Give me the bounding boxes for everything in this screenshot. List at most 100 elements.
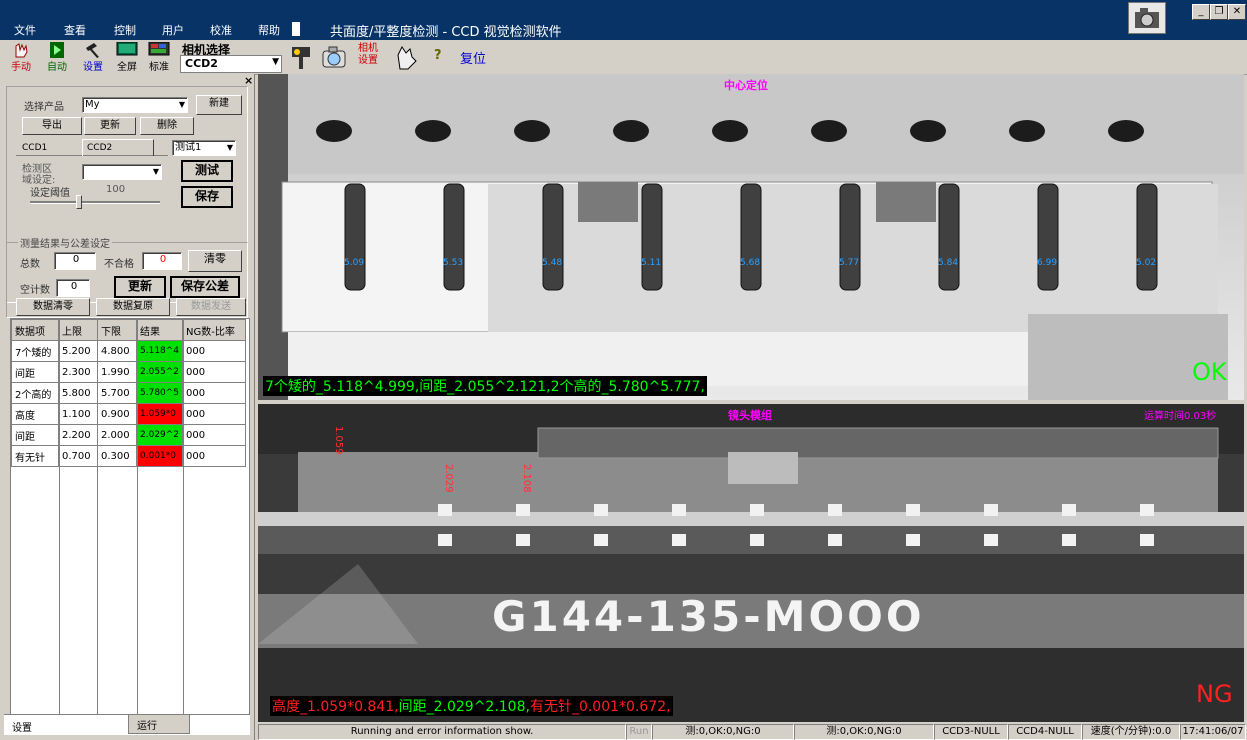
clear-count-button[interactable]: 清零 <box>188 250 242 272</box>
region-select[interactable]: ▼ <box>82 164 162 180</box>
menu-help[interactable]: 帮助 <box>258 22 280 38</box>
help-icon[interactable]: ? <box>434 48 442 63</box>
solder-pad <box>438 534 452 546</box>
total-label: 总数 <box>20 259 40 270</box>
menu-control[interactable]: 控制 <box>114 22 136 38</box>
threshold-slider[interactable] <box>30 195 160 209</box>
restore-button[interactable]: ❐ <box>1210 4 1228 20</box>
solder-pad <box>906 504 920 516</box>
auto-button[interactable]: 自动 <box>42 42 72 73</box>
status-time: 17:41:06/07 <box>1180 724 1246 740</box>
calibrate-button[interactable]: 标准 <box>144 41 174 73</box>
compute-time: 运算时间0.03秒 <box>1144 411 1217 422</box>
export-button[interactable]: 导出 <box>22 117 82 135</box>
bottom-result-line: 高度_1.059*0.841,间距_2.029^2.108,有无针_0.001*… <box>270 696 673 716</box>
menu-calibrate[interactable]: 校准 <box>210 22 232 38</box>
table-cell-ng: 000 <box>182 403 247 425</box>
table-cell-upper: 5.800 <box>58 382 98 404</box>
save-tolerance-button[interactable]: 保存公差 <box>170 276 240 298</box>
menu-file[interactable]: 文件 <box>14 22 36 38</box>
status-ccd4: CCD4-NULL <box>1008 724 1082 740</box>
status-run: Run <box>626 724 652 740</box>
tab-ccd2[interactable]: CCD2 <box>82 139 154 156</box>
bottom-verdict: NG <box>1196 680 1233 708</box>
table-cell-item: 2个高的 <box>11 382 59 404</box>
mount-hole <box>316 120 352 142</box>
tab-run[interactable]: 运行 <box>128 715 190 734</box>
table-cell-lower: 5.700 <box>97 382 137 404</box>
bottom-result-2: 间距_2.029^2.108, <box>398 699 530 715</box>
data-clear-button[interactable]: 数据清零 <box>16 298 90 316</box>
pin-measure-label: 5.84 <box>938 258 959 268</box>
tab-settings[interactable]: 设置 <box>12 719 32 734</box>
top-camera-view[interactable]: 中心定位 5.09 5.53 5.48 5.11 5.68 5.77 5.84 6.99 5.0… <box>258 74 1244 400</box>
table-row[interactable]: 高度 1.100 0.900 1.059*0 000 <box>11 403 247 425</box>
table-row[interactable]: 间距 2.200 2.000 2.029^2 000 <box>11 424 247 446</box>
table-cell-lower: 4.800 <box>97 340 137 362</box>
fullscreen-button[interactable]: 全屏 <box>112 41 142 73</box>
table-cell-result: 2.029^2 <box>135 424 184 446</box>
camera-icon <box>322 46 346 68</box>
bottom-result-3: 有无针_0.001*0.672, <box>529 699 671 715</box>
solder-pad <box>516 504 530 516</box>
total-count: 0 <box>54 252 96 270</box>
table-cell-lower: 2.000 <box>97 424 137 446</box>
manual-button[interactable]: 手动 <box>6 42 36 73</box>
table-row[interactable]: 7个矮的 5.200 4.800 5.118^4 000 <box>11 340 247 362</box>
ccd-tabs: CCD1 CCD2 <box>16 139 168 156</box>
table-cell-result: 5.780^5 <box>135 382 184 404</box>
pin-measure-label: 5.11 <box>641 258 662 268</box>
minimize-button[interactable]: _ <box>1192 4 1210 20</box>
delete-product-button[interactable]: 删除 <box>140 117 194 135</box>
pin-measure-label: 5.53 <box>443 258 464 268</box>
camera-select-dropdown[interactable]: CCD2 ▼ <box>180 55 282 73</box>
bottom-camera-view[interactable]: 镜头模组 运算时间0.03秒 1.059 2.029 2.108 G144-13… <box>258 404 1244 722</box>
threshold-value: 100 <box>106 184 126 195</box>
solder-pad <box>1140 504 1154 516</box>
pin-measure-label: 5.02 <box>1136 258 1157 268</box>
calibration-icon <box>148 41 170 58</box>
camera-icon-button[interactable] <box>290 43 314 71</box>
mount-hole <box>1009 120 1045 142</box>
test-button[interactable]: 测试 <box>181 160 233 182</box>
table-cell-upper: 2.300 <box>58 361 98 383</box>
close-window-button[interactable]: ✕ <box>1228 4 1246 20</box>
new-product-button[interactable]: 新建 <box>196 95 242 115</box>
table-row[interactable]: 2个高的 5.800 5.700 5.780^5 000 <box>11 382 247 404</box>
pointer-hand-button[interactable] <box>392 43 420 71</box>
test-select[interactable]: 测试1 ▼ <box>172 140 236 156</box>
top-result-2: 间距_2.055^2.121, <box>419 379 551 395</box>
data-restore-button[interactable]: 数据复原 <box>96 298 170 316</box>
menu-user[interactable]: 用户 <box>162 22 184 38</box>
monitor-icon <box>116 41 138 58</box>
camera-settings-button[interactable]: 相机 设置 <box>356 43 380 71</box>
vertical-label-1: 1.059 <box>333 426 344 455</box>
toolbar: 手动 自动 设置 全屏 标准 相机选择 CCD2 ▼ 相机 设置 ? 复位 <box>0 40 1247 75</box>
data-send-button[interactable]: 数据发送 <box>176 298 246 316</box>
threshold-slider-knob[interactable] <box>76 195 82 209</box>
ng-count: 0 <box>142 252 182 270</box>
product-select[interactable]: My ▼ <box>82 97 188 113</box>
table-header-cell: 下限 <box>97 319 137 341</box>
vertical-label-3: 2.108 <box>521 464 532 493</box>
solder-pad <box>516 534 530 546</box>
tab-ccd1[interactable]: CCD1 <box>22 143 47 153</box>
ng-label: 不合格 <box>104 259 134 270</box>
capture-button[interactable] <box>320 43 348 71</box>
update-product-button[interactable]: 更新 <box>84 117 136 135</box>
table-row[interactable]: 有无针 0.700 0.300 0.001*0 000 <box>11 445 247 467</box>
mount-hole <box>514 120 550 142</box>
refresh-button[interactable]: 更新 <box>114 276 166 298</box>
save-button[interactable]: 保存 <box>181 186 233 208</box>
table-row[interactable]: 间距 2.300 1.990 2.055^2 000 <box>11 361 247 383</box>
solder-pad <box>984 534 998 546</box>
status-message: Running and error information show. <box>258 724 626 740</box>
menu-view[interactable]: 查看 <box>64 22 86 38</box>
reset-button[interactable]: 复位 <box>460 48 486 67</box>
table-cell-ng: 000 <box>182 382 247 404</box>
settings-button[interactable]: 设置 <box>78 42 108 73</box>
top-view-title: 中心定位 <box>724 79 768 92</box>
solder-pad <box>750 534 764 546</box>
solder-pad <box>594 534 608 546</box>
solder-pad <box>594 504 608 516</box>
